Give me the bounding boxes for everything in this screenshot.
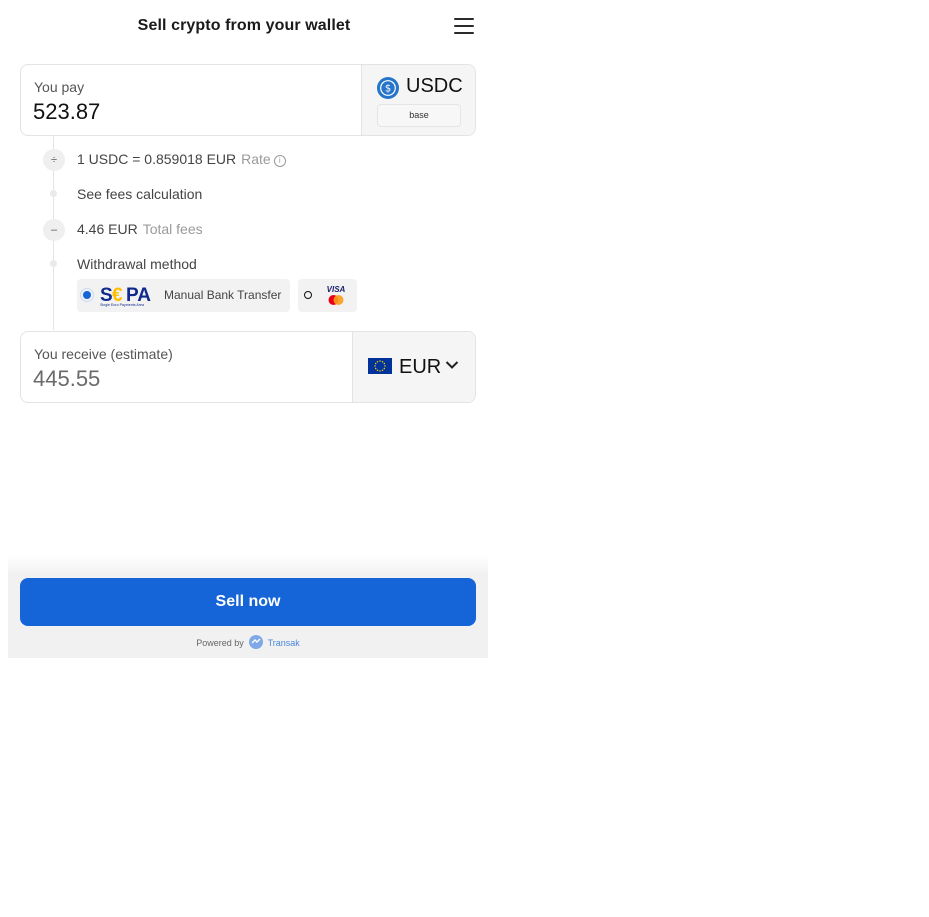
method-option-sepa[interactable]: S € PA Single Euro Payments Area Manual … xyxy=(77,279,290,312)
usdc-icon: $ xyxy=(377,77,399,99)
eu-flag-icon xyxy=(368,358,392,374)
rate-value: 1 USDC = 0.859018 EUR xyxy=(77,151,237,167)
svg-text:Single Euro Payments Area: Single Euro Payments Area xyxy=(100,303,144,307)
svg-text:$: $ xyxy=(385,84,391,95)
rate-label: Rate xyxy=(241,151,271,167)
step-dot xyxy=(50,260,57,267)
fees-calculation-link[interactable]: See fees calculation xyxy=(77,186,202,202)
fiat-currency-selector[interactable]: EUR xyxy=(352,332,475,402)
radio-unselected[interactable] xyxy=(304,291,312,299)
pay-amount-input[interactable] xyxy=(33,99,333,125)
chevron-down-icon xyxy=(445,361,459,369)
method-option-card[interactable]: VISA xyxy=(298,279,357,312)
network-badge: base xyxy=(377,104,461,127)
total-fees-label: Total fees xyxy=(142,221,203,237)
withdrawal-method-title: Withdrawal method xyxy=(77,256,197,272)
step-dot xyxy=(50,190,57,197)
powered-by-label: Powered by xyxy=(196,638,244,648)
transak-logo-icon xyxy=(249,635,264,649)
pay-label: You pay xyxy=(34,79,85,95)
info-icon[interactable]: i xyxy=(273,155,286,167)
pay-currency-code: USDC xyxy=(406,75,463,97)
footer: Sell now Powered by Transak xyxy=(8,555,488,658)
sepa-logo-icon: S € PA Single Euro Payments Area xyxy=(100,285,151,307)
receive-label: You receive (estimate) xyxy=(34,346,173,362)
powered-by: Powered by Transak xyxy=(8,635,488,649)
powered-by-brand: Transak xyxy=(267,638,300,648)
visa-mastercard-icon: VISA xyxy=(327,285,346,305)
sell-now-button[interactable]: Sell now xyxy=(20,578,476,626)
svg-text:VISA: VISA xyxy=(327,285,346,294)
total-fees-value: 4.46 EUR xyxy=(77,221,138,237)
radio-selected[interactable] xyxy=(83,291,91,299)
menu-icon[interactable] xyxy=(452,18,476,38)
method-label-sepa: Manual Bank Transfer xyxy=(164,288,282,302)
fees-row: 4.46 EUR Total fees xyxy=(77,221,203,237)
receive-field: You receive (estimate) EUR xyxy=(20,331,476,403)
rate-row: 1 USDC = 0.859018 EUR Rate i xyxy=(77,151,286,167)
minus-icon: – xyxy=(43,219,65,241)
receive-amount-output[interactable] xyxy=(33,366,333,392)
receive-currency-code: EUR xyxy=(399,356,442,378)
pay-field: You pay $ USDC base xyxy=(20,64,476,136)
crypto-currency-selector[interactable]: $ USDC base xyxy=(361,65,475,135)
page-title: Sell crypto from your wallet xyxy=(137,17,351,34)
divide-icon: ÷ xyxy=(43,149,65,171)
